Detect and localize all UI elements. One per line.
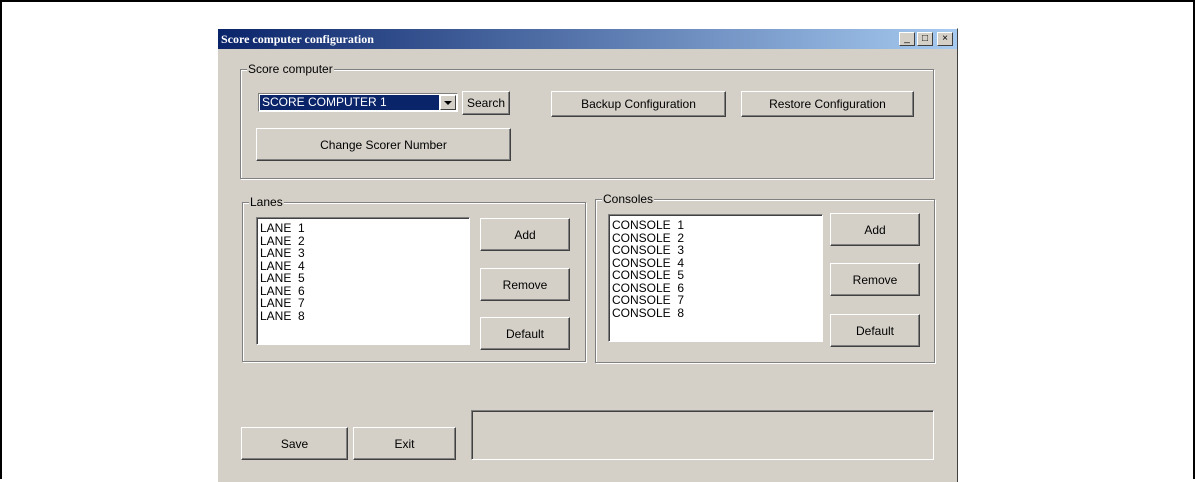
list-item[interactable]: LANE 7	[260, 297, 466, 310]
lanes-default-button[interactable]: Default	[480, 317, 570, 350]
score-computer-selected-value: SCORE COMPUTER 1	[260, 95, 439, 110]
dropdown-arrow-button[interactable]	[440, 95, 456, 110]
consoles-remove-button[interactable]: Remove	[830, 263, 920, 296]
change-scorer-number-button[interactable]: Change Scorer Number	[256, 128, 511, 161]
chevron-down-icon	[444, 100, 452, 105]
close-button[interactable]: ×	[937, 32, 953, 46]
consoles-add-button[interactable]: Add	[830, 213, 920, 246]
list-item[interactable]: CONSOLE 5	[612, 269, 819, 282]
list-item[interactable]: LANE 1	[260, 222, 466, 235]
close-icon: ×	[942, 33, 948, 44]
status-panel	[471, 410, 934, 460]
list-item[interactable]: LANE 3	[260, 247, 466, 260]
lanes-list[interactable]: LANE 1 LANE 2 LANE 3 LANE 4 LANE 5 LANE …	[256, 217, 470, 345]
title-bar[interactable]: Score computer configuration _ □ ×	[218, 29, 957, 49]
lanes-add-button[interactable]: Add	[480, 218, 570, 251]
window-title: Score computer configuration	[221, 32, 374, 46]
search-button[interactable]: Search	[462, 91, 510, 115]
score-computer-select[interactable]: SCORE COMPUTER 1	[258, 93, 458, 112]
consoles-group-label: Consoles	[602, 192, 655, 206]
list-item[interactable]: CONSOLE 8	[612, 306, 819, 320]
lanes-group-label: Lanes	[249, 195, 284, 209]
maximize-icon: □	[921, 33, 929, 44]
lanes-remove-button[interactable]: Remove	[480, 268, 570, 301]
maximize-button[interactable]: □	[917, 32, 933, 46]
consoles-default-button[interactable]: Default	[830, 314, 920, 347]
consoles-list[interactable]: CONSOLE 1 CONSOLE 2 CONSOLE 3 CONSOLE 4 …	[608, 214, 823, 342]
list-item[interactable]: CONSOLE 1	[612, 219, 819, 232]
backup-configuration-button[interactable]: Backup Configuration	[551, 91, 726, 117]
score-computer-group: Score computer	[240, 62, 934, 179]
score-computer-group-label: Score computer	[247, 62, 334, 76]
list-item[interactable]: CONSOLE 3	[612, 244, 819, 257]
minimize-button[interactable]: _	[899, 32, 915, 46]
restore-configuration-button[interactable]: Restore Configuration	[741, 91, 914, 117]
list-item[interactable]: LANE 5	[260, 272, 466, 285]
list-item[interactable]: LANE 8	[260, 309, 466, 323]
config-window: Score computer configuration _ □ × Score…	[217, 28, 958, 482]
list-item[interactable]: CONSOLE 7	[612, 294, 819, 307]
minimize-icon: _	[904, 33, 910, 44]
exit-button[interactable]: Exit	[353, 427, 456, 460]
save-button[interactable]: Save	[241, 427, 348, 460]
